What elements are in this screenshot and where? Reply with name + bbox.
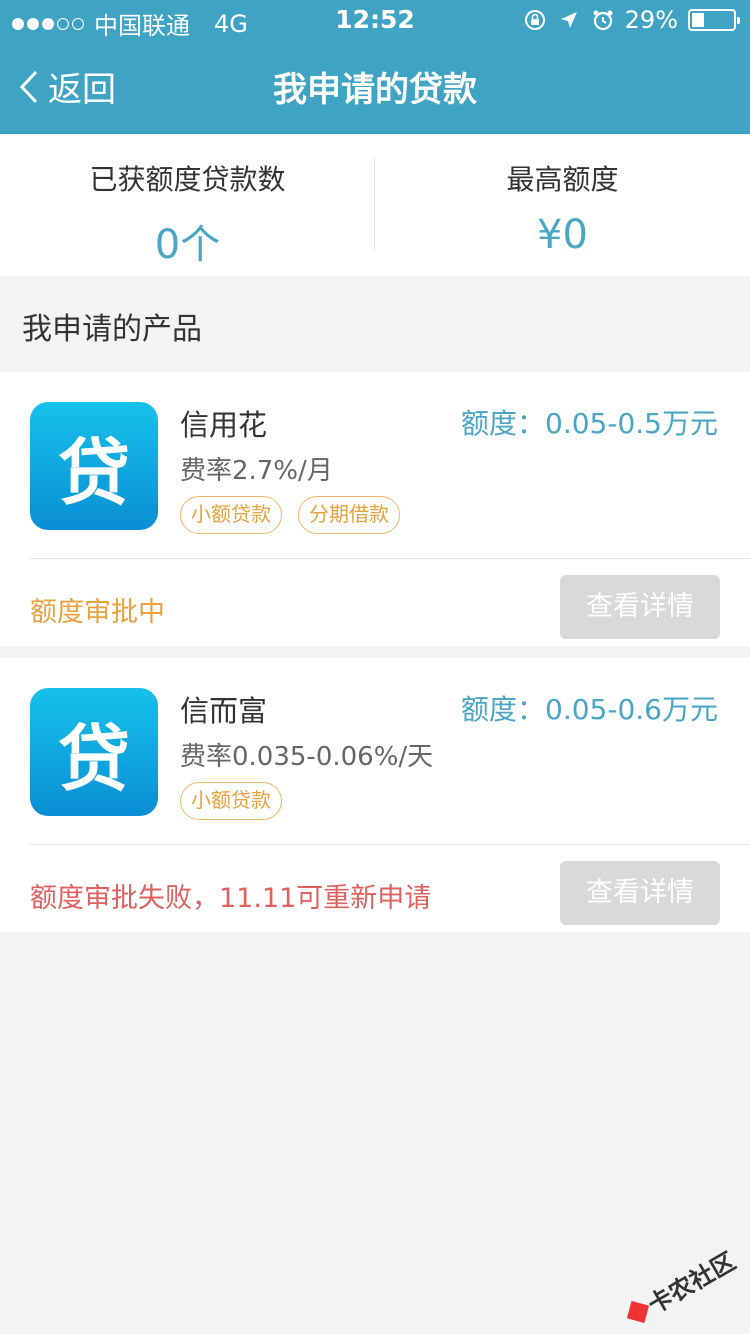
watermark-logo-icon (626, 1300, 649, 1323)
max-quota-block: 最高额度 ¥0 (375, 134, 750, 276)
max-quota-label: 最高额度 (506, 163, 619, 196)
approval-status: 额度审批失败，11.11可重新申请 (30, 883, 432, 914)
product-quota: 额度：0.05-0.6万元 (461, 693, 718, 726)
product-rate: 费率0.035-0.06%/天 (180, 742, 434, 772)
rotation-lock-icon (524, 10, 545, 30)
loan-summary: 已获额度贷款数 0个 最高额度 ¥0 (0, 134, 750, 276)
battery-percent: 29% (624, 6, 678, 34)
alarm-icon (593, 10, 613, 31)
product-name: 信用花 (180, 408, 268, 442)
status-right: 29% (523, 6, 740, 34)
product-card: 贷 信用花 费率2.7%/月 额度：0.05-0.5万元 小额贷款 分期借款 额… (0, 372, 750, 646)
view-details-button[interactable]: 查看详情 (560, 861, 720, 925)
max-quota-value: ¥0 (537, 212, 588, 258)
product-quota: 额度：0.05-0.5万元 (461, 407, 718, 440)
logo-text: 贷 (57, 430, 130, 515)
loan-logo-icon: 贷 (30, 688, 158, 816)
battery-icon (688, 9, 740, 31)
logo-text: 贷 (57, 716, 130, 801)
product-name: 信而富 (180, 694, 268, 728)
product-tag: 小额贷款 (180, 782, 282, 820)
product-tags: 小额贷款 (180, 782, 282, 820)
approval-status: 额度审批中 (30, 597, 165, 628)
card-divider (30, 844, 750, 845)
watermark-text: 卡农社区 (643, 1247, 741, 1320)
section-title: 我申请的产品 (22, 312, 202, 347)
card-divider (30, 558, 750, 559)
header: 中国联通 4G 12:52 29% 返回 我申请的贷款 (0, 0, 750, 134)
location-icon (560, 12, 577, 28)
product-tag: 小额贷款 (180, 496, 282, 534)
navigation-bar: 返回 我申请的贷款 (0, 40, 750, 134)
product-tags: 小额贷款 分期借款 (180, 496, 400, 534)
product-card: 贷 信而富 费率0.035-0.06%/天 额度：0.05-0.6万元 小额贷款… (0, 658, 750, 932)
loan-logo-icon: 贷 (30, 402, 158, 530)
page-title: 我申请的贷款 (273, 70, 477, 110)
product-rate: 费率2.7%/月 (180, 456, 333, 486)
view-details-button[interactable]: 查看详情 (560, 575, 720, 639)
watermark: 卡农社区 (621, 1242, 741, 1331)
product-tag: 分期借款 (298, 496, 400, 534)
approved-count-block: 已获额度贷款数 0个 (0, 134, 375, 276)
status-bar: 中国联通 4G 12:52 29% (0, 0, 750, 40)
approved-count-value: 0个 (154, 222, 221, 268)
approved-count-label: 已获额度贷款数 (89, 163, 286, 196)
